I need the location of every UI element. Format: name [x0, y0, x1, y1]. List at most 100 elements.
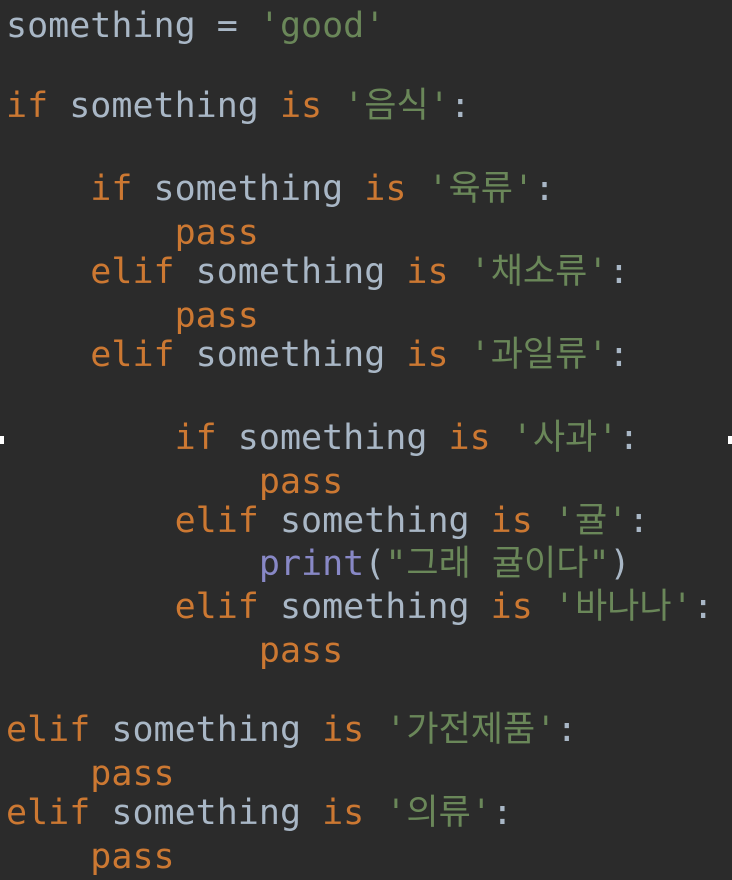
code-line-1: something = 'good' [6, 4, 385, 48]
code-token: '가전제품' [385, 710, 557, 750]
code-token: is [448, 418, 491, 458]
code-token: elif [90, 252, 175, 292]
code-line-6: pass [6, 294, 259, 338]
code-token: '음식' [343, 86, 450, 126]
code-line-13: pass [6, 629, 343, 673]
code-token: is [406, 335, 449, 375]
code-token: pass [258, 462, 344, 502]
code-token: is [364, 169, 407, 209]
code-token: : [449, 86, 471, 126]
code-token: something [258, 501, 491, 541]
code-token: something [174, 335, 407, 375]
right-gutter-marker [728, 436, 732, 444]
left-gutter-marker [0, 436, 4, 444]
code-token: something [216, 418, 449, 458]
code-token: pass [174, 213, 259, 253]
code-token: '육류' [427, 169, 535, 209]
code-token: elif [174, 501, 259, 541]
code-line-9: pass [6, 460, 343, 504]
code-token: '과일류' [469, 335, 609, 375]
code-token: something [6, 6, 196, 46]
code-line-15: pass [6, 752, 175, 796]
code-token: is [322, 793, 365, 833]
code-editor[interactable]: something = 'good' if something is '음식':… [0, 0, 732, 880]
code-token: something [258, 587, 491, 627]
code-token: is [490, 501, 533, 541]
code-token: pass [90, 837, 175, 877]
code-line-2: if something is '음식': [6, 84, 471, 128]
code-token: '사과' [511, 418, 619, 458]
code-line-17: pass [6, 835, 175, 879]
code-token: '귤' [553, 501, 629, 541]
code-token: is [490, 587, 533, 627]
code-token: is [406, 252, 449, 292]
code-token: : [628, 501, 650, 541]
code-token: something [174, 252, 407, 292]
code-token: : [608, 335, 630, 375]
code-token: : [491, 793, 513, 833]
code-token: elif [174, 587, 259, 627]
code-line-10: elif something is '귤': [6, 499, 650, 543]
code-token: ( [364, 544, 386, 584]
code-line-11: print("그래 귤이다") [6, 542, 631, 586]
code-token: something [90, 793, 323, 833]
code-line-14: elif something is '가전제품': [6, 708, 577, 752]
code-token: '의류' [385, 793, 492, 833]
code-line-7: elif something is '과일류': [6, 333, 629, 377]
code-line-5: elif something is '채소류': [6, 250, 629, 294]
code-token: something [132, 169, 365, 209]
code-token: pass [258, 631, 344, 671]
code-token: pass [90, 754, 175, 794]
code-token: pass [174, 296, 259, 336]
code-token: : [618, 418, 640, 458]
code-area[interactable]: something = 'good' if something is '음식':… [6, 0, 714, 877]
code-token: elif [6, 710, 91, 750]
code-token: something [90, 710, 323, 750]
code-token: : [534, 169, 556, 209]
code-line-16: elif something is '의류': [6, 791, 513, 835]
code-token: something [48, 86, 280, 126]
code-token: '바나나' [553, 587, 693, 627]
code-token: if [90, 169, 133, 209]
code-token: 'good' [258, 6, 386, 46]
code-token: = [195, 6, 259, 46]
code-token: elif [6, 793, 91, 833]
code-token: "그래 귤이다" [385, 544, 610, 584]
code-line-4: pass [6, 211, 259, 255]
code-token: : [556, 710, 578, 750]
code-token: if [6, 86, 49, 126]
code-line-8: if something is '사과': [6, 416, 640, 460]
code-token: if [174, 418, 217, 458]
code-token: is [279, 86, 323, 126]
code-token: '채소류' [469, 252, 609, 292]
code-token: print [258, 544, 365, 584]
code-line-3: if something is '육류': [6, 167, 555, 211]
code-token: : [692, 587, 714, 627]
code-token: : [608, 252, 630, 292]
code-token: elif [90, 335, 175, 375]
code-token: is [322, 710, 365, 750]
code-line-12: elif something is '바나나': [6, 585, 714, 629]
